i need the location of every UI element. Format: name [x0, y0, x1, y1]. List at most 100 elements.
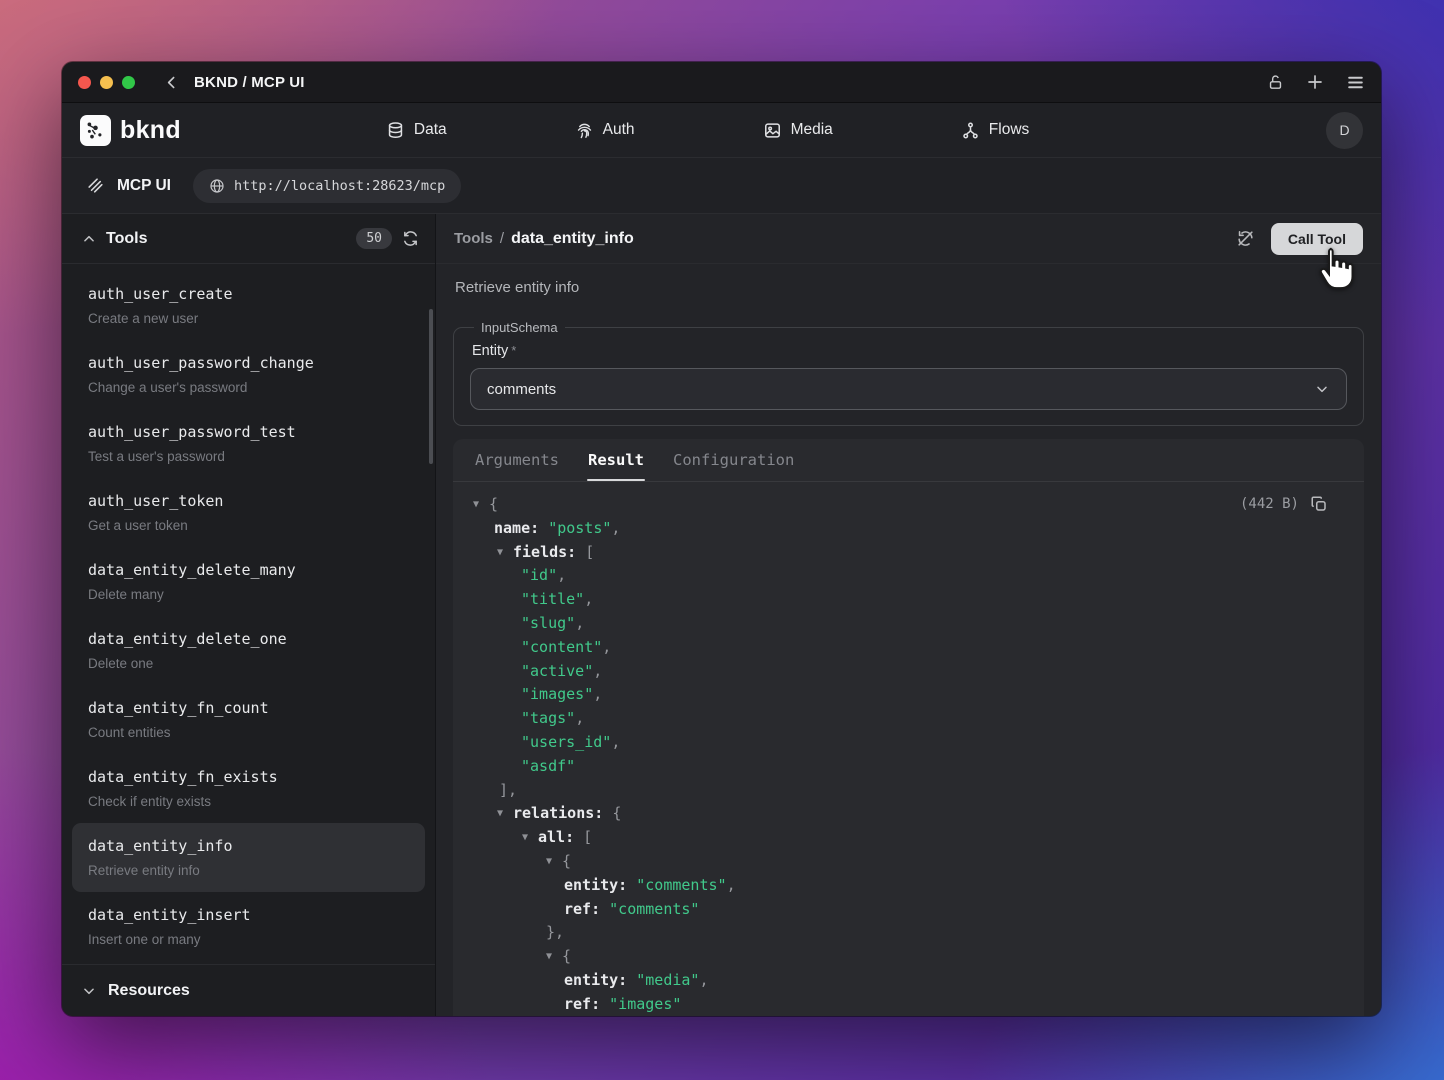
- json-string: "id": [521, 566, 557, 584]
- json-line: "images",: [458, 683, 1344, 707]
- server-url-pill[interactable]: http://localhost:28623/mcp: [193, 169, 461, 203]
- collapse-toggle-icon[interactable]: ▼: [497, 541, 503, 565]
- json-plain: [627, 971, 636, 989]
- nav-item-label: Flows: [989, 121, 1029, 139]
- json-key: all:: [538, 828, 574, 846]
- breadcrumb-current: data_entity_info: [511, 230, 634, 248]
- collapse-toggle-icon[interactable]: ▼: [497, 802, 503, 826]
- json-string: "images": [521, 685, 593, 703]
- auto-refresh-off-icon[interactable]: [1236, 229, 1255, 248]
- nav-item-data[interactable]: Data: [386, 121, 447, 140]
- nav-item-flows[interactable]: Flows: [961, 121, 1029, 140]
- json-punct: ,: [602, 638, 611, 656]
- mcp-icon: [86, 176, 105, 195]
- breadcrumb-section[interactable]: Tools: [454, 230, 493, 247]
- tools-sidebar: Tools 50 auth_user_createCreate a new us…: [62, 214, 436, 1016]
- traffic-lights: [78, 76, 135, 89]
- json-line: ref: "images": [458, 993, 1344, 1016]
- json-punct: ,: [593, 685, 602, 703]
- window-title: BKND / MCP UI: [194, 74, 305, 91]
- json-key: entity:: [564, 876, 627, 894]
- nav-item-label: Auth: [603, 121, 635, 139]
- tools-count-badge: 50: [356, 228, 392, 249]
- tab-result[interactable]: Result: [587, 439, 645, 481]
- new-tab-icon[interactable]: [1306, 73, 1324, 91]
- json-line: "title",: [458, 588, 1344, 612]
- nav-item-auth[interactable]: Auth: [575, 121, 635, 140]
- sidebar-item-data_entity_insert[interactable]: data_entity_insertInsert one or many: [72, 892, 425, 961]
- sidebar-item-data_entity_fn_exists[interactable]: data_entity_fn_exists Check if entity exi…: [72, 754, 425, 823]
- json-line: ],: [458, 779, 1344, 803]
- nav-items: Data Auth Media Flows: [386, 121, 1029, 140]
- refresh-tools-icon[interactable]: [402, 230, 419, 247]
- sidebar-item-auth_user_create[interactable]: auth_user_createCreate a new user: [72, 271, 425, 340]
- nav-item-media[interactable]: Media: [763, 121, 833, 140]
- minimize-window-button[interactable]: [100, 76, 113, 89]
- json-punct: {: [562, 947, 571, 965]
- json-line: ▼{: [458, 493, 1344, 517]
- tools-section-header[interactable]: Tools 50: [62, 214, 435, 264]
- page-title: MCP UI: [117, 177, 171, 195]
- tool-description: Change a user's password: [88, 378, 409, 397]
- json-punct: ,: [584, 590, 593, 608]
- json-plain: [600, 900, 609, 918]
- tab-bar: Arguments Result Configuration: [453, 439, 1364, 482]
- json-line: ▼relations: {: [458, 802, 1344, 826]
- tab-configuration[interactable]: Configuration: [672, 439, 795, 481]
- nav-item-label: Data: [414, 121, 447, 139]
- result-card: ArgumentsResultConfiguration (442 B) ▼{n…: [453, 439, 1364, 1016]
- sidebar-scrollbar[interactable]: [429, 309, 433, 464]
- collapse-toggle-icon[interactable]: ▼: [473, 493, 479, 517]
- tool-description: Check if entity exists: [88, 792, 409, 811]
- zoom-window-button[interactable]: [122, 76, 135, 89]
- sidebar-item-data_entity_fn_count[interactable]: data_entity_fn_countCount entities: [72, 685, 425, 754]
- tool-name: auth_user_token: [88, 490, 409, 513]
- resources-section-header[interactable]: Resources: [62, 964, 435, 1016]
- collapse-toggle-icon[interactable]: ▼: [522, 826, 528, 850]
- user-avatar[interactable]: D: [1326, 112, 1363, 149]
- chevron-down-icon: [82, 984, 96, 998]
- tool-name: auth_user_password_change: [88, 352, 409, 375]
- call-tool-button[interactable]: Call Tool: [1271, 223, 1363, 255]
- json-string: "media": [636, 971, 699, 989]
- brand-logo[interactable]: bknd: [80, 115, 181, 146]
- back-icon[interactable]: [163, 74, 180, 91]
- collapse-toggle-icon[interactable]: ▼: [546, 945, 552, 969]
- json-line: ▼{: [458, 850, 1344, 874]
- sidebar-item-auth_user_password_change[interactable]: auth_user_password_change Change a user's…: [72, 340, 425, 409]
- json-key: name:: [494, 519, 539, 537]
- json-line: "tags",: [458, 707, 1344, 731]
- server-url: http://localhost:28623/mcp: [234, 178, 445, 194]
- json-string: "images": [609, 995, 681, 1013]
- input-schema-legend: InputSchema: [474, 320, 565, 335]
- json-string: "users_id": [521, 733, 611, 751]
- json-punct: [: [585, 543, 594, 561]
- flows-icon: [961, 121, 980, 140]
- json-punct: {: [612, 804, 621, 822]
- json-key: entity:: [564, 971, 627, 989]
- tool-description: Delete many: [88, 585, 409, 604]
- json-line: entity: "comments",: [458, 874, 1344, 898]
- resources-section-title: Resources: [108, 982, 190, 1000]
- sidebar-item-data_entity_delete_one[interactable]: data_entity_delete_oneDelete one: [72, 616, 425, 685]
- sidebar-item-data_entity_info[interactable]: data_entity_infoRetrieve entity info: [72, 823, 425, 892]
- entity-select-value: comments: [487, 381, 556, 398]
- sidebar-item-data_entity_delete_many[interactable]: data_entity_delete_manyDelete many: [72, 547, 425, 616]
- menu-icon[interactable]: [1346, 73, 1365, 92]
- tool-name: data_entity_fn_exists: [88, 766, 409, 789]
- sidebar-item-auth_user_password_test[interactable]: auth_user_password_testTest a user's pas…: [72, 409, 425, 478]
- sidebar-item-auth_user_token[interactable]: auth_user_tokenGet a user token: [72, 478, 425, 547]
- required-mark: *: [511, 343, 516, 358]
- mcp-bar: MCP UI http://localhost:28623/mcp: [62, 158, 1381, 214]
- tool-name: data_entity_info: [88, 835, 409, 858]
- collapse-toggle-icon[interactable]: ▼: [546, 850, 552, 874]
- entity-select[interactable]: comments: [470, 368, 1347, 410]
- json-string: "posts": [548, 519, 611, 537]
- close-window-button[interactable]: [78, 76, 91, 89]
- tab-arguments[interactable]: Arguments: [474, 439, 560, 481]
- tool-description: Insert one or many: [88, 930, 409, 949]
- fingerprint-icon: [575, 121, 594, 140]
- main-panel: Tools / data_entity_info Call Tool Retri…: [436, 214, 1381, 1016]
- json-line: "content",: [458, 636, 1344, 660]
- lock-open-icon[interactable]: [1267, 74, 1284, 91]
